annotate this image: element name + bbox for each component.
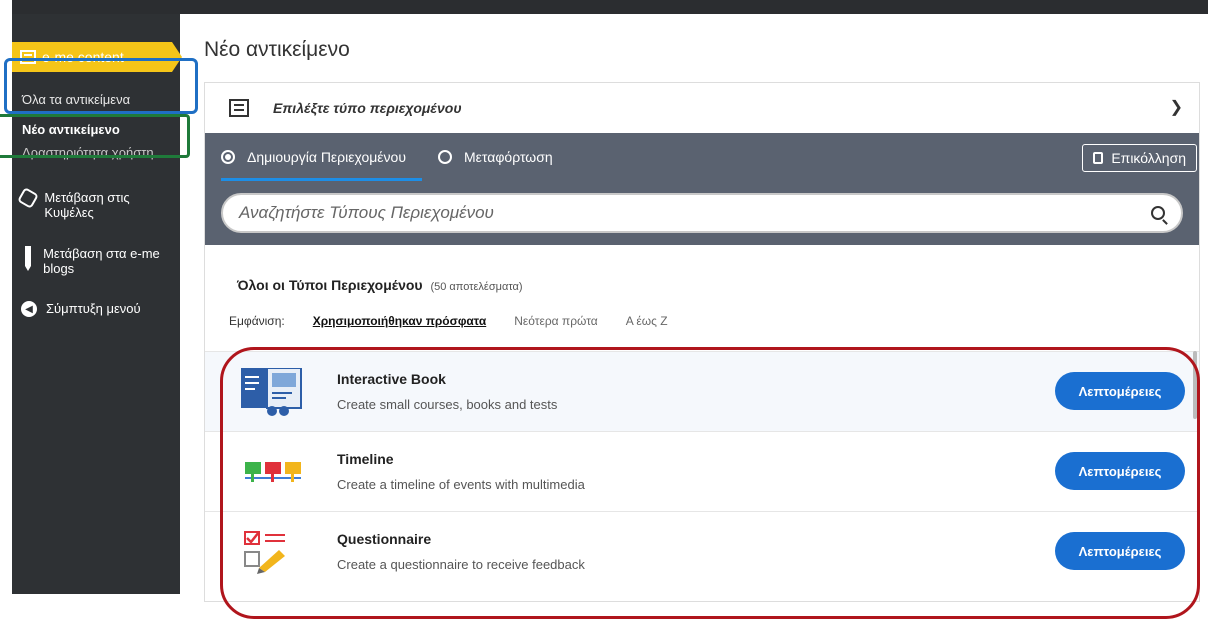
tab-upload[interactable]: Μεταφόρτωση <box>422 133 569 181</box>
top-bar <box>12 0 1208 14</box>
sidebar-link-blogs-label: Μετάβαση στα e-me blogs <box>43 246 160 276</box>
sort-a-to-z[interactable]: Α έως Ζ <box>626 314 668 328</box>
paste-button-label: Επικόλληση <box>1111 150 1186 166</box>
highlight-box-blue <box>4 58 198 114</box>
list-heading-text: Όλοι οι Τύποι Περιεχομένου <box>237 277 423 293</box>
content-type-selector-label: Επιλέξτε τύπο περιεχομένου <box>273 100 462 116</box>
sort-label: Εμφάνιση: <box>229 314 285 328</box>
highlight-box-red <box>220 347 1200 619</box>
collapse-arrow-icon: ◀ <box>21 301 37 317</box>
tab-upload-label: Μεταφόρτωση <box>464 149 553 165</box>
sidebar-collapse-menu[interactable]: ◀ Σύμπτυξη μενού <box>20 301 170 317</box>
results-count: (50 αποτελέσματα) <box>430 281 523 293</box>
chevron-down-icon[interactable]: ❯ <box>1170 97 1183 117</box>
tab-create-content[interactable]: Δημιουργία Περιεχομένου <box>205 133 422 181</box>
paste-button[interactable]: Επικόλληση <box>1082 144 1197 172</box>
tab-create-content-label: Δημιουργία Περιεχομένου <box>247 149 406 165</box>
radio-selected-icon <box>221 150 235 164</box>
sort-newest-first[interactable]: Νεότερα πρώτα <box>514 314 598 328</box>
search-input[interactable]: Αναζητήστε Τύπους Περιεχομένου <box>221 193 1183 233</box>
content-type-icon <box>229 99 249 117</box>
sidebar-link-hives-label: Μετάβαση στις Κυψέλες <box>44 190 130 220</box>
sidebar-collapse-label: Σύμπτυξη μενού <box>46 301 141 316</box>
sidebar-link-hives[interactable]: Μετάβαση στις Κυψέλες <box>17 187 170 220</box>
sidebar-link-blogs[interactable]: Μετάβαση στα e-me blogs <box>20 246 170 276</box>
radio-empty-icon <box>438 150 452 164</box>
sort-bar: Εμφάνιση: Χρησιμοποιήθηκαν πρόσφατα Νεότ… <box>229 314 668 328</box>
page-title: Νέο αντικείμενο <box>204 38 350 61</box>
sort-recently-used[interactable]: Χρησιμοποιήθηκαν πρόσφατα <box>313 314 487 328</box>
pencil-icon <box>24 246 31 271</box>
search-icon[interactable] <box>1151 206 1165 220</box>
tab-bar: Δημιουργία Περιεχομένου Μεταφόρτωση Επικ… <box>205 133 1199 181</box>
hexagon-icon <box>17 187 40 209</box>
content-type-selector[interactable]: Επιλέξτε τύπο περιεχομένου ❯ <box>205 83 1199 133</box>
highlight-box-green <box>0 114 190 158</box>
search-area: Αναζητήστε Τύπους Περιεχομένου <box>205 181 1199 245</box>
list-heading: Όλοι οι Τύποι Περιεχομένου (50 αποτελέσμ… <box>237 277 523 293</box>
search-placeholder: Αναζητήστε Τύπους Περιεχομένου <box>239 203 494 222</box>
clipboard-icon <box>1093 152 1104 164</box>
